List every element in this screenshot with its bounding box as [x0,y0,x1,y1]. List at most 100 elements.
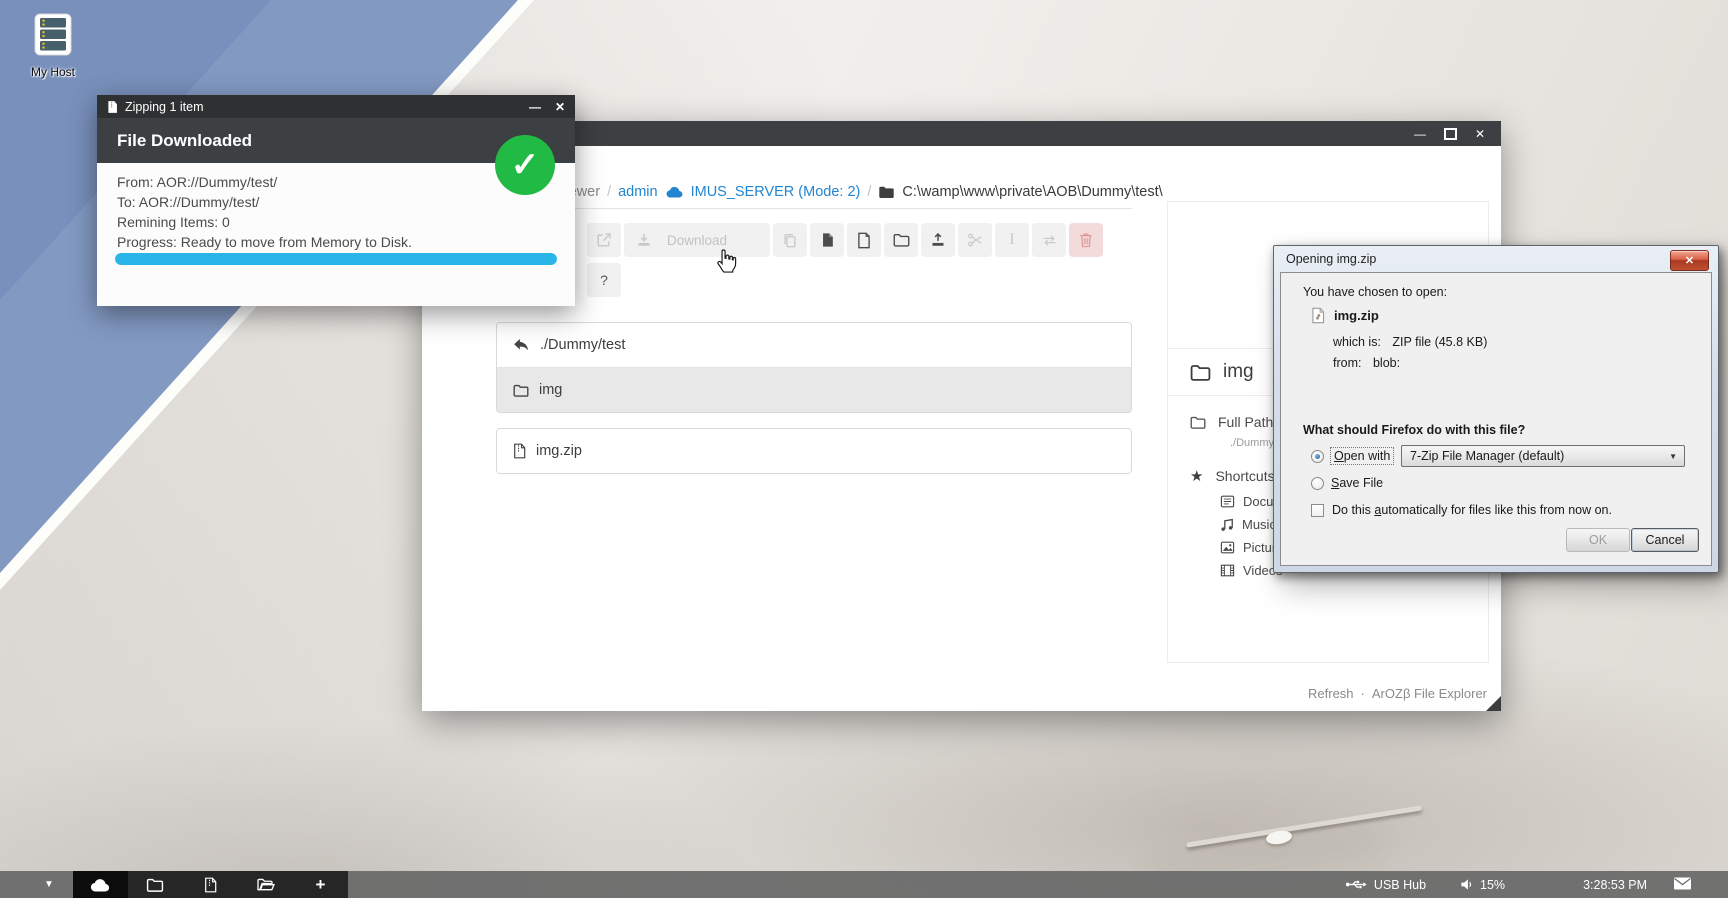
file-row-img-selected[interactable]: img [497,367,1131,412]
upload-button[interactable] [921,223,955,257]
do-automatically-checkbox[interactable] [1311,504,1324,517]
taskbar-app-add[interactable]: + [293,871,348,898]
taskbar-clock[interactable]: 3:28:53 PM [1583,878,1647,892]
remaining-line: Remining Items: 0 [117,212,557,232]
envelope-icon [1673,877,1692,890]
close-icon[interactable]: ✕ [555,101,565,113]
folder-icon [513,384,529,397]
open-with-dropdown[interactable]: 7-Zip File Manager (default) ▼ [1401,445,1685,467]
dialog-file-row: img.zip [1311,307,1379,324]
which-is-label: which is: [1333,335,1381,349]
minimize-icon[interactable]: — [529,101,541,113]
new-folder-icon [893,233,910,247]
shortcut-label: Music [1242,517,1276,532]
close-icon[interactable]: ✕ [1475,128,1485,140]
music-icon [1220,518,1234,532]
zip-file-icon [204,877,217,893]
volume-level: 15% [1480,878,1505,892]
maximize-icon[interactable] [1444,128,1457,140]
paste-icon [820,232,835,248]
ibeam-icon: I [1009,231,1014,249]
do-automatically-label[interactable]: Do this automatically for files like thi… [1332,503,1612,517]
rename-button[interactable]: I [995,223,1029,257]
cloud-icon [665,185,684,198]
download-button[interactable]: Download [624,223,770,257]
dialog-question: What should Firefox do with this file? [1303,423,1525,437]
new-folder-button[interactable] [884,223,918,257]
save-file-row: Save File [1311,476,1383,490]
download-icon [636,232,652,248]
desktop-icon-label: My Host [18,65,88,79]
swap-arrows-icon [1041,234,1058,247]
file-list-card: ./Dummy/test img [496,322,1132,413]
mail-status[interactable] [1673,877,1692,893]
taskbar-expand-caret[interactable]: ▼ [44,879,54,890]
file-row-img-zip[interactable]: img.zip [497,429,1131,473]
taskbar-app-cloud[interactable] [73,871,128,898]
refresh-link[interactable]: Refresh [1308,686,1354,701]
usb-icon [1345,879,1367,890]
ok-button[interactable]: OK [1566,528,1630,552]
documents-icon [1220,495,1235,508]
close-icon[interactable]: ✕ [1670,250,1709,271]
taskbar-app-zip[interactable] [183,871,238,898]
server-icon [32,13,74,57]
breadcrumb-separator: / [867,184,871,200]
swap-button[interactable] [1032,223,1066,257]
copy-icon [782,232,798,248]
breadcrumb-user[interactable]: admin [618,184,658,200]
copy-button[interactable] [773,223,807,257]
new-file-button[interactable] [847,223,881,257]
zipping-window: Zipping 1 item — ✕ File Downloaded From:… [97,95,575,306]
which-is-value: ZIP file (45.8 KB) [1392,335,1487,349]
dialog-file-name: img.zip [1334,308,1379,323]
minimize-icon[interactable]: — [1414,128,1426,140]
plus-icon: + [315,876,325,893]
footer-separator: · [1361,686,1365,701]
progress-bar-track [115,253,557,265]
usb-status[interactable]: USB Hub [1345,878,1426,892]
delete-button[interactable] [1069,223,1103,257]
desktop-icon-my-host[interactable]: My Host [18,13,88,79]
open-external-button[interactable] [587,223,621,257]
help-button-label: ? [600,272,608,288]
explorer-main-column: Viewer / admin IMUS_SERVER (Mode: 2) / C… [496,175,1132,474]
scissors-icon [967,232,983,248]
back-icon [513,338,530,353]
open-folder-icon [256,877,275,892]
taskbar-app-folder[interactable] [128,871,183,898]
desktop: My Host — ✕ Viewer / admin IMUS_SERVER (… [0,0,1728,898]
help-button[interactable]: ? [587,263,621,297]
open-with-row: Open with [1311,448,1393,464]
breadcrumb: Viewer / admin IMUS_SERVER (Mode: 2) / C… [496,175,1132,209]
file-row-parent-dir[interactable]: ./Dummy/test [497,323,1131,367]
chevron-down-icon: ▼ [1669,452,1677,461]
cloud-icon [89,877,111,892]
open-with-radio[interactable] [1311,450,1324,463]
folder-icon [146,878,164,892]
taskbar: ▼ + [0,871,1728,898]
cancel-button[interactable]: Cancel [1631,528,1699,552]
save-file-label[interactable]: Save File [1331,476,1383,490]
volume-status[interactable]: 15% [1460,878,1505,892]
zip-file-icon [513,443,526,459]
save-file-radio[interactable] [1311,477,1324,490]
videos-icon [1220,564,1235,577]
taskbar-app-file-manager[interactable] [238,871,293,898]
app-name: ArOZβ File Explorer [1372,686,1487,701]
taskbar-status-area: USB Hub 15% 3:28:53 PM [1345,877,1728,893]
file-name: ./Dummy/test [540,337,625,353]
success-check-icon: ✓ [495,135,555,195]
resize-handle[interactable] [1486,696,1501,711]
breadcrumb-server[interactable]: IMUS_SERVER (Mode: 2) [691,184,861,200]
open-with-label[interactable]: Open with [1331,448,1393,464]
paste-button[interactable] [810,223,844,257]
download-button-label: Download [667,233,727,248]
which-is-line: which is: ZIP file (45.8 KB) [1333,335,1487,349]
cut-button[interactable] [958,223,992,257]
zipping-titlebar: Zipping 1 item — ✕ [97,95,575,118]
trash-icon [1079,232,1093,248]
breadcrumb-path[interactable]: C:\wamp\www\private\AOB\Dummy\test\ [902,184,1162,200]
progress-bar-fill [115,253,557,265]
selected-item-name: img [1223,361,1254,383]
